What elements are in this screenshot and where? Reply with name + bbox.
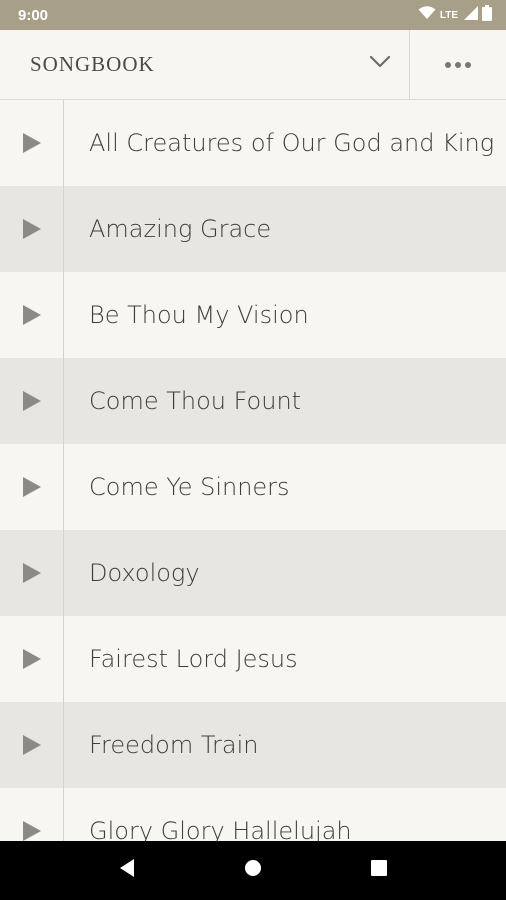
play-button[interactable] <box>0 358 64 444</box>
more-dot <box>465 61 471 68</box>
home-icon[interactable] <box>244 859 262 882</box>
status-bar: 9:00 LTE <box>0 0 506 30</box>
play-icon <box>22 649 41 669</box>
play-icon <box>22 391 41 411</box>
play-icon <box>22 821 41 841</box>
play-icon <box>22 735 41 755</box>
play-button[interactable] <box>0 702 64 788</box>
page-title: SONGBOOK <box>30 52 155 76</box>
status-icons: LTE <box>418 4 492 26</box>
network-type: LTE <box>439 9 458 21</box>
status-time: 9:00 <box>18 6 49 24</box>
recents-icon[interactable] <box>370 859 388 882</box>
more-dot <box>455 61 461 68</box>
song-title[interactable]: Be Thou My Vision <box>64 272 506 358</box>
play-button[interactable] <box>0 100 64 186</box>
song-title[interactable]: All Creatures of Our God and King <box>64 100 506 186</box>
song-title[interactable]: Come Ye Sinners <box>64 444 506 530</box>
play-icon <box>22 563 41 583</box>
songbook-selector[interactable]: SONGBOOK <box>0 30 409 99</box>
song-title[interactable]: Glory Glory Hallelujah <box>64 788 506 841</box>
play-button[interactable] <box>0 444 64 530</box>
play-icon <box>22 305 41 325</box>
play-button[interactable] <box>0 272 64 358</box>
song-row[interactable]: Freedom Train <box>0 702 506 788</box>
battery-icon <box>482 4 492 26</box>
play-icon <box>22 477 41 497</box>
play-icon <box>22 219 41 239</box>
play-button[interactable] <box>0 530 64 616</box>
song-title[interactable]: Freedom Train <box>64 702 506 788</box>
system-nav-bar <box>0 841 506 900</box>
song-row[interactable]: Doxology <box>0 530 506 616</box>
song-row[interactable]: Glory Glory Hallelujah <box>0 788 506 841</box>
wifi-icon <box>418 5 436 25</box>
song-title[interactable]: Amazing Grace <box>64 186 506 272</box>
play-button[interactable] <box>0 186 64 272</box>
song-row[interactable]: Be Thou My Vision <box>0 272 506 358</box>
more-options-button[interactable] <box>410 30 506 99</box>
song-list[interactable]: All Creatures of Our God and King Amazin… <box>0 100 506 841</box>
more-dot <box>445 61 451 68</box>
chevron-down-icon[interactable] <box>369 55 391 74</box>
song-row[interactable]: Come Thou Fount <box>0 358 506 444</box>
back-icon[interactable] <box>118 858 136 883</box>
song-row[interactable]: Amazing Grace <box>0 186 506 272</box>
song-title[interactable]: Come Thou Fount <box>64 358 506 444</box>
play-icon <box>22 133 41 153</box>
app-header: SONGBOOK <box>0 30 506 100</box>
song-row[interactable]: Come Ye Sinners <box>0 444 506 530</box>
signal-icon <box>464 5 478 25</box>
play-button[interactable] <box>0 788 64 841</box>
song-title[interactable]: Doxology <box>64 530 506 616</box>
song-title[interactable]: Fairest Lord Jesus <box>64 616 506 702</box>
play-button[interactable] <box>0 616 64 702</box>
song-row[interactable]: All Creatures of Our God and King <box>0 100 506 186</box>
song-row[interactable]: Fairest Lord Jesus <box>0 616 506 702</box>
